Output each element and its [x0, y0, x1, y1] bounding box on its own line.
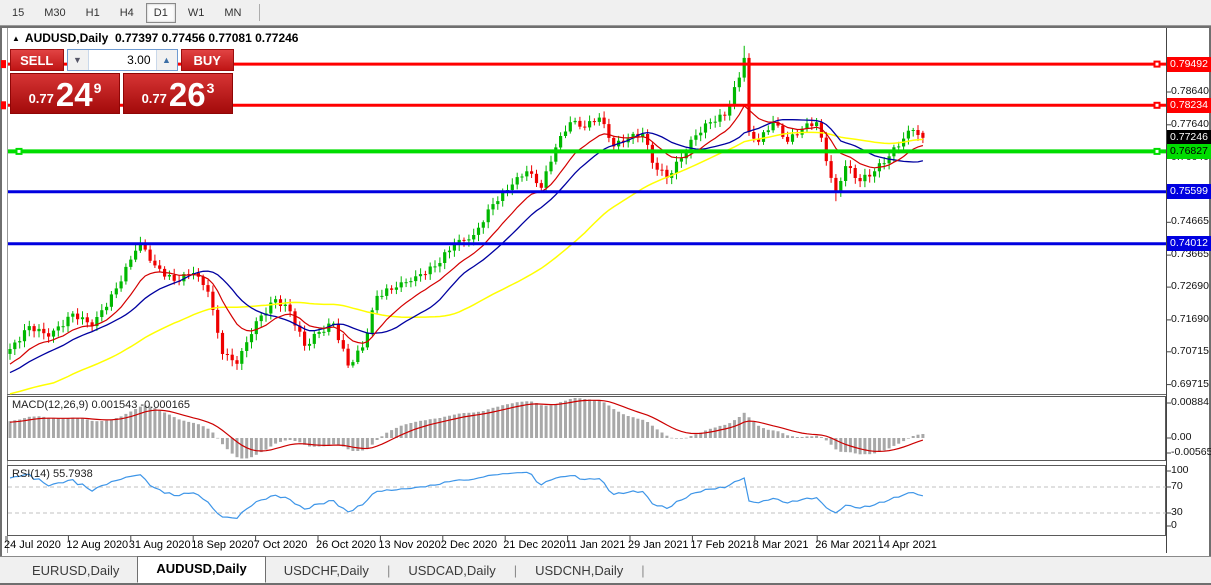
rsi-axis-label: 30 — [1171, 506, 1183, 518]
timeframe-toolbar: 15M30H1H4D1W1MN — [0, 0, 1211, 26]
price-axis-badge: 0.75599 — [1167, 184, 1211, 199]
timeframe-button-w1[interactable]: W1 — [180, 3, 213, 23]
timeframe-button-m30[interactable]: M30 — [36, 3, 73, 23]
rsi-axis-label: 100 — [1171, 464, 1189, 476]
timeframe-button-15[interactable]: 15 — [4, 3, 32, 23]
tab-audusd[interactable]: AUDUSD,Daily — [137, 556, 265, 583]
volume-increase-icon[interactable]: ▲ — [156, 50, 177, 70]
macd-axis-label: 0.00884 — [1171, 396, 1209, 408]
price-axis-badge: 0.78234 — [1167, 98, 1211, 113]
sell-button[interactable]: SELL — [10, 49, 64, 71]
toolbar-separator — [259, 4, 260, 21]
chart-symbol: AUDUSD,Daily — [25, 31, 108, 45]
volume-spinner: ▼ 3.00 ▲ — [67, 49, 178, 71]
volume-decrease-icon[interactable]: ▼ — [68, 50, 89, 70]
sell-price-big: 24 — [56, 80, 93, 110]
buy-price-prefix: 0.77 — [142, 91, 167, 106]
rsi-indicator-label: RSI(14) 55.7938 — [12, 468, 93, 480]
price-axis-label: 0.77640 — [1171, 118, 1209, 130]
price-axis-label: 0.78640 — [1171, 85, 1209, 97]
macd-axis-label: -0.005651 — [1171, 446, 1211, 458]
price-axis-label: 0.69715 — [1171, 378, 1209, 390]
one-click-trading-panel: SELL ▼ 3.00 ▲ BUY 0.77 24 9 0.77 26 3 — [10, 49, 234, 114]
tab-usdcad[interactable]: USDCAD,Daily — [390, 559, 513, 583]
triangle-up-icon: ▲ — [12, 34, 20, 43]
timeframe-button-h1[interactable]: H1 — [78, 3, 108, 23]
timeframe-button-h4[interactable]: H4 — [112, 3, 142, 23]
tab-eurusd[interactable]: EURUSD,Daily — [14, 559, 137, 583]
price-axis-label: 0.72690 — [1171, 280, 1209, 292]
price-axis-badge: 0.79492 — [1167, 57, 1211, 72]
macd-indicator-label: MACD(12,26,9) 0.001543 -0.000165 — [12, 399, 190, 411]
timeframe-button-d1[interactable]: D1 — [146, 3, 176, 23]
price-axis-label: 0.74665 — [1171, 215, 1209, 227]
price-axis-label: 0.71690 — [1171, 313, 1209, 325]
timeframe-button-mn[interactable]: MN — [216, 3, 249, 23]
chart-ohlc-values: 0.77397 0.77456 0.77081 0.77246 — [115, 31, 299, 45]
buy-price-big: 26 — [169, 80, 206, 110]
buy-button[interactable]: BUY — [181, 49, 235, 71]
rsi-axis-label: 70 — [1171, 480, 1183, 492]
volume-input[interactable]: 3.00 — [89, 50, 156, 70]
chart-title: ▲ AUDUSD,Daily 0.77397 0.77456 0.77081 0.… — [12, 31, 298, 45]
tab-divider: | — [641, 559, 644, 583]
sell-price-prefix: 0.77 — [29, 91, 54, 106]
price-axis-label: 0.70715 — [1171, 345, 1209, 357]
rsi-axis-label: 0 — [1171, 519, 1177, 531]
buy-price-sup: 3 — [207, 80, 215, 96]
tab-usdchf[interactable]: USDCHF,Daily — [266, 559, 387, 583]
tab-usdcnh[interactable]: USDCNH,Daily — [517, 559, 641, 583]
macd-axis-label: 0.00 — [1171, 431, 1191, 443]
symbol-tabbar: EURUSD,DailyAUDUSD,DailyUSDCHF,Daily|USD… — [0, 556, 1211, 583]
price-axis-badge: 0.74012 — [1167, 236, 1211, 251]
price-axis-badge: 0.76827 — [1167, 144, 1211, 159]
sell-price-sup: 9 — [94, 80, 102, 96]
sell-price-box[interactable]: 0.77 24 9 — [10, 73, 120, 114]
buy-price-box[interactable]: 0.77 26 3 — [123, 73, 233, 114]
